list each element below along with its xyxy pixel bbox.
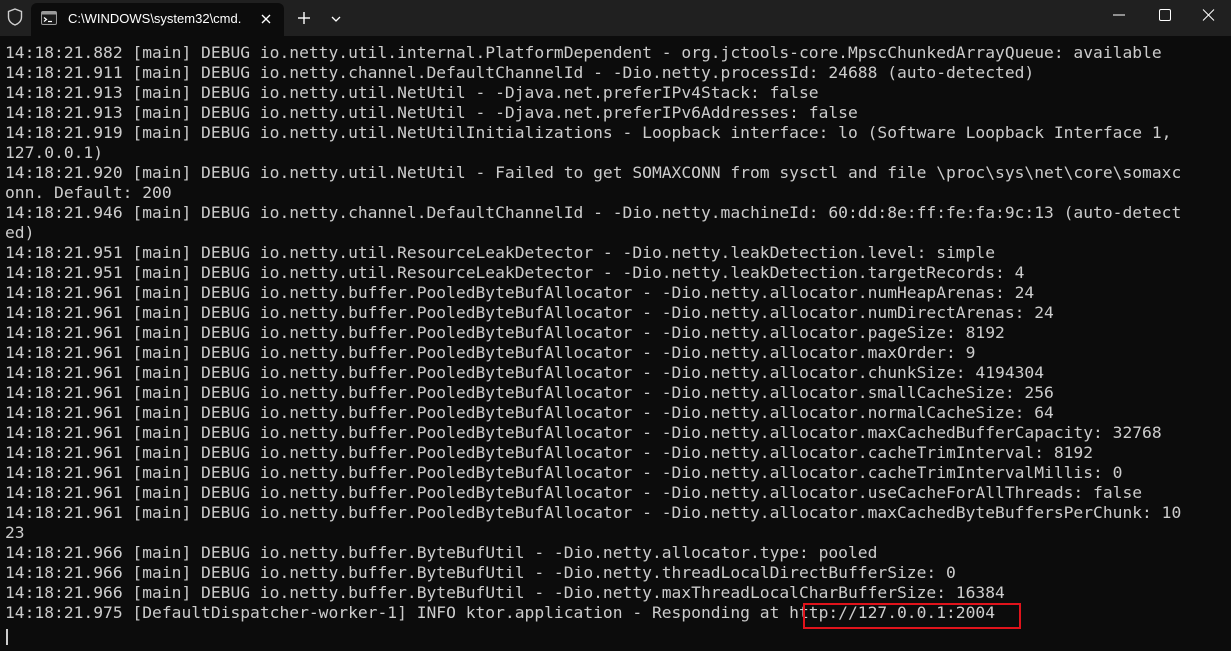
minimize-icon — [1113, 14, 1125, 16]
tab-title: C:\WINDOWS\system32\cmd. — [68, 11, 242, 26]
console-line: 14:18:21.911 [main] DEBUG io.netty.chann… — [5, 63, 1035, 82]
cmd-icon — [41, 11, 57, 25]
console-line: 14:18:21.961 [main] DEBUG io.netty.buffe… — [5, 283, 1035, 302]
highlight-box — [803, 603, 1021, 629]
plus-icon[interactable] — [294, 8, 314, 28]
console-line: 23 — [5, 523, 25, 542]
console-line: ed) — [5, 223, 35, 242]
console-line: 14:18:21.966 [main] DEBUG io.netty.buffe… — [5, 563, 956, 582]
console-line: 14:18:21.961 [main] DEBUG io.netty.buffe… — [5, 323, 1005, 342]
console-line: 14:18:21.961 [main] DEBUG io.netty.buffe… — [5, 443, 1094, 462]
console-line: 14:18:21.920 [main] DEBUG io.netty.util.… — [5, 163, 1182, 182]
console-line: 14:18:21.961 [main] DEBUG io.netty.buffe… — [5, 403, 1054, 422]
tab-cmd[interactable]: C:\WINDOWS\system32\cmd. — [31, 3, 284, 36]
title-bar: C:\WINDOWS\system32\cmd. — [0, 0, 1231, 36]
console-line: 14:18:21.951 [main] DEBUG io.netty.util.… — [5, 243, 996, 262]
close-icon — [1202, 9, 1215, 21]
chevron-down-icon[interactable] — [326, 9, 346, 29]
console-line: 14:18:21.961 [main] DEBUG io.netty.buffe… — [5, 363, 1045, 382]
console-line: 14:18:21.913 [main] DEBUG io.netty.util.… — [5, 103, 858, 122]
console-line: 127.0.0.1) — [5, 143, 104, 162]
close-icon[interactable] — [257, 10, 275, 28]
console-line: 14:18:21.961 [main] DEBUG io.netty.buffe… — [5, 483, 1143, 502]
console-line: 14:18:21.961 [main] DEBUG io.netty.buffe… — [5, 383, 1054, 402]
console-line: 14:18:21.961 [main] DEBUG io.netty.buffe… — [5, 303, 1054, 322]
text-cursor — [6, 629, 8, 645]
console-line: 14:18:21.966 [main] DEBUG io.netty.buffe… — [5, 583, 1005, 602]
console-line: 14:18:21.961 [main] DEBUG io.netty.buffe… — [5, 423, 1162, 442]
terminal-window: C:\WINDOWS\system32\cmd. 14:18:21.882 [m… — [0, 0, 1231, 651]
console-line: 14:18:21.882 [main] DEBUG io.netty.util.… — [5, 43, 1162, 62]
console-line: onn. Default: 200 — [5, 183, 172, 202]
console-line: 14:18:21.919 [main] DEBUG io.netty.util.… — [5, 123, 1172, 142]
console-line: 14:18:21.966 [main] DEBUG io.netty.buffe… — [5, 543, 878, 562]
maximize-button[interactable] — [1141, 0, 1187, 32]
console-line: 14:18:21.946 [main] DEBUG io.netty.chann… — [5, 203, 1182, 222]
close-window-button[interactable] — [1185, 0, 1231, 32]
console-line: 14:18:21.961 [main] DEBUG io.netty.buffe… — [5, 503, 1182, 522]
shield-icon — [7, 8, 23, 26]
console-line: 14:18:21.961 [main] DEBUG io.netty.buffe… — [5, 343, 976, 362]
console-output[interactable]: 14:18:21.882 [main] DEBUG io.netty.util.… — [0, 36, 1231, 651]
minimize-button[interactable] — [1095, 0, 1141, 32]
console-line: 14:18:21.951 [main] DEBUG io.netty.util.… — [5, 263, 1025, 282]
console-line: 14:18:21.913 [main] DEBUG io.netty.util.… — [5, 83, 819, 102]
console-line: 14:18:21.961 [main] DEBUG io.netty.buffe… — [5, 463, 1123, 482]
maximize-icon — [1159, 9, 1171, 21]
